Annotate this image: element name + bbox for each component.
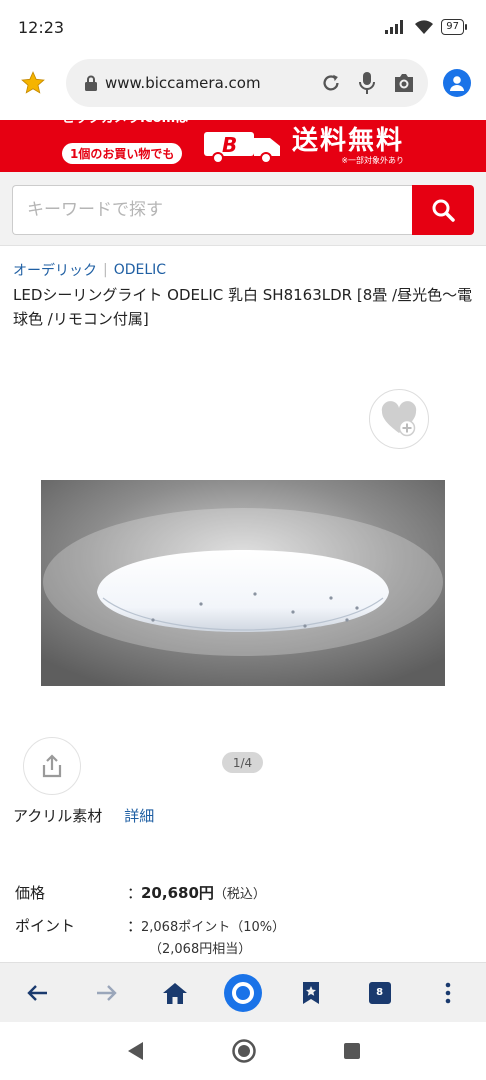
signal-icon <box>385 20 404 34</box>
price-label: 価格 <box>15 884 46 902</box>
tab-count: 8 <box>368 981 391 1004</box>
image-pager-badge: 1/4 <box>222 752 263 773</box>
browser-home-action-button[interactable] <box>217 967 269 1019</box>
search-area <box>0 172 486 246</box>
status-icons: 97 <box>385 19 467 35</box>
system-back-icon[interactable] <box>125 1040 145 1062</box>
clock: 12:23 <box>18 17 65 37</box>
status-bar: 12:23 97 <box>0 0 486 54</box>
product-image[interactable] <box>41 480 445 686</box>
brand-link-en[interactable]: ODELIC <box>114 262 166 278</box>
material-row: アクリル素材 詳細 <box>13 805 154 826</box>
svg-text:B: B <box>222 133 237 157</box>
camera-icon[interactable] <box>392 72 416 94</box>
wifi-icon <box>415 19 434 34</box>
browser-bottom-bar: 8 <box>0 962 486 1022</box>
bookmark-star-button[interactable] <box>0 70 66 96</box>
avatar <box>443 69 471 97</box>
price-colon: ： <box>127 884 143 902</box>
bookmark-icon <box>303 981 320 1004</box>
system-home-icon[interactable] <box>231 1038 257 1064</box>
home-button[interactable] <box>149 967 201 1019</box>
banner-note: ※一部対象外あり <box>341 155 405 165</box>
share-icon <box>42 754 62 778</box>
more-vertical-icon <box>445 982 451 1003</box>
brand-line: オーデリック | ODELIC <box>13 260 166 280</box>
point-rate: （10%） <box>230 920 286 935</box>
arrow-right-icon <box>97 984 118 1001</box>
material-label: アクリル素材 <box>13 807 103 825</box>
bookmarks-button[interactable] <box>285 967 337 1019</box>
star-icon <box>21 71 45 94</box>
price-value: 20,680円 <box>141 884 214 902</box>
price-tax: （税込） <box>213 887 266 902</box>
account-button[interactable] <box>428 69 486 97</box>
point-label: ポイント <box>15 917 76 935</box>
brand-separator: | <box>103 262 108 278</box>
microphone-icon[interactable] <box>358 71 376 95</box>
free-shipping-banner[interactable]: ビックカメラ.comは 1個のお買い物でも B 送料無料 ※一部対象外あり <box>0 111 486 172</box>
forward-button[interactable] <box>80 967 132 1019</box>
address-bar[interactable]: www.biccamera.com <box>66 59 428 107</box>
url-text[interactable]: www.biccamera.com <box>105 74 320 92</box>
point-value: 2,068ポイント <box>141 920 231 935</box>
banner-pill: 1個のお買い物でも <box>62 142 183 164</box>
circle-ring-icon <box>223 973 262 1012</box>
truck-icon: B <box>202 126 286 166</box>
tabs-button[interactable]: 8 <box>354 967 406 1019</box>
search-button[interactable] <box>412 185 474 235</box>
banner-headline: 送料無料 <box>292 125 405 156</box>
battery-indicator: 97 <box>441 19 467 35</box>
price-table: 価格 ： 20,680円 （税込） ポイント ： 2,068ポイント （10%）… <box>15 876 475 957</box>
home-icon <box>162 982 187 1004</box>
person-icon <box>450 76 464 91</box>
system-recents-icon[interactable] <box>343 1042 361 1060</box>
system-nav-bar <box>0 1022 486 1080</box>
heart-plus-icon <box>381 401 417 437</box>
brand-link-jp[interactable]: オーデリック <box>13 260 97 280</box>
product-title: LEDシーリングライト ODELIC 乳白 SH8163LDR [8畳 /昼光色… <box>13 286 473 328</box>
search-input[interactable] <box>12 185 412 235</box>
back-button[interactable] <box>12 967 64 1019</box>
add-favorite-button[interactable] <box>369 389 429 449</box>
search-icon <box>432 199 455 222</box>
arrow-left-icon <box>27 984 48 1001</box>
lock-icon <box>85 75 97 91</box>
banner-logo-text: ビックカメラ.comは <box>62 110 189 126</box>
reload-icon[interactable] <box>320 72 342 94</box>
point-equivalent: （2,068円相当） <box>149 942 252 957</box>
menu-button[interactable] <box>422 967 474 1019</box>
point-colon: ： <box>127 917 143 935</box>
share-button[interactable] <box>23 737 81 795</box>
detail-link[interactable]: 詳細 <box>124 805 154 826</box>
price-row: 価格 ： 20,680円 （税込） <box>15 876 475 909</box>
browser-toolbar: www.biccamera.com <box>0 54 486 112</box>
